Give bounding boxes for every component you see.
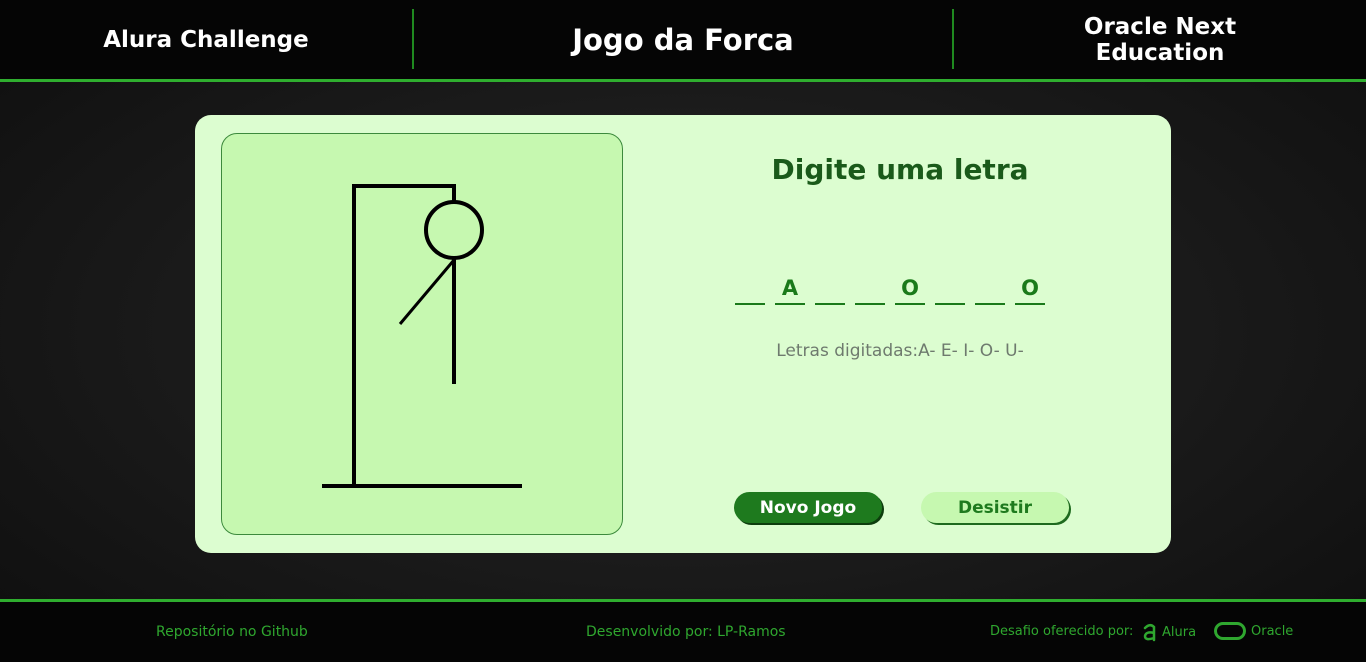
word-slots: A O O [735,273,1055,305]
letter-slot: O [1015,273,1045,305]
app-footer: Repositório no Github Desenvolvido por: … [0,599,1366,662]
letter-slot [855,273,885,305]
prompt-heading: Digite uma letra [771,153,1029,186]
new-game-button[interactable]: Novo Jogo [734,492,882,523]
page-title: Jogo da Forca [572,22,794,57]
typed-letters-label: Letras digitadas: [776,341,919,361]
oracle-logo-icon [1214,622,1246,640]
game-card: Digite uma letra A O O Letras digitadas:… [195,115,1171,553]
hangman-left-arm [398,259,456,325]
letter-slot: O [895,273,925,305]
oracle-link[interactable]: Oracle [1214,622,1293,640]
oracle-label: Oracle [1251,623,1294,639]
letter-slot [815,273,845,305]
oracle-title-line1: Oracle Next [1083,13,1237,40]
letter-slot [935,273,965,305]
letter-slot [975,273,1005,305]
alura-logo-icon [1143,624,1156,642]
offered-by-label: Desafio oferecido por: [990,624,1134,639]
typed-letters-value: A- E- I- O- U- [918,341,1024,361]
github-repo-link[interactable]: Repositório no Github [156,624,308,640]
typed-letters: Letras digitadas:A- E- I- O- U- [655,341,1145,361]
developer-credit: Desenvolvido por: LP-Ramos [586,624,786,640]
oracle-next-education-title: Oracle Next Education [954,0,1366,79]
hangman-head [424,200,484,260]
give-up-button[interactable]: Desistir [921,492,1069,523]
alura-challenge-title: Alura Challenge [103,26,309,53]
letter-slot [735,273,765,305]
alura-label: Alura [1162,624,1197,640]
app-header: Alura Challenge Jogo da Forca Oracle Nex… [0,0,1366,82]
alura-link[interactable]: Alura [1142,622,1196,642]
oracle-title-line2: Education [1095,39,1225,66]
hangman-drawing [322,184,522,488]
hangman-canvas [221,133,623,535]
letter-slot: A [775,273,805,305]
